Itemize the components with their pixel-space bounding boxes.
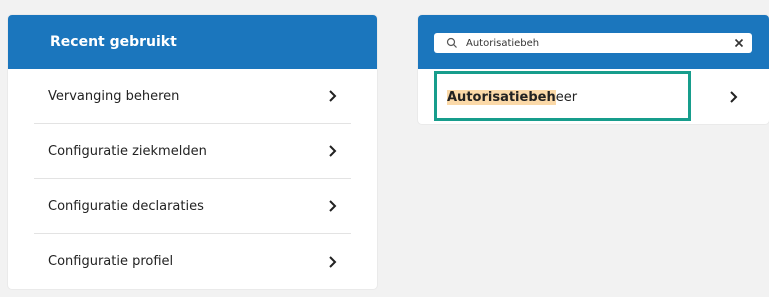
search-result-rest: eer [555,89,578,105]
close-icon[interactable] [732,36,746,50]
chevron-right-icon [323,141,343,161]
chevron-right-icon [323,252,343,272]
recent-panel: Recent gebruikt Vervanging beheren Confi… [8,15,377,289]
list-item-label: Configuratie ziekmelden [48,143,207,159]
recent-panel-header: Recent gebruikt [8,15,377,69]
recent-item-configuratie-profiel[interactable]: Configuratie profiel [34,234,351,289]
search-match-highlight: Autorisatiebeh [447,89,556,105]
search-input[interactable] [466,37,732,49]
search-icon [446,37,458,49]
list-item-label: Vervanging beheren [48,88,180,104]
search-result-autorisatiebeheer[interactable]: Autorisatiebeheer [434,72,752,122]
chevron-right-icon [724,87,744,107]
search-panel: Autorisatiebeheer [418,15,769,124]
search-box[interactable] [434,33,752,53]
recent-item-vervanging-beheren[interactable]: Vervanging beheren [34,69,351,124]
chevron-right-icon [323,196,343,216]
list-item-label: Configuratie declaraties [48,198,204,214]
recent-list: Vervanging beheren Configuratie ziekmeld… [8,69,377,289]
recent-item-configuratie-ziekmelden[interactable]: Configuratie ziekmelden [34,124,351,179]
recent-item-configuratie-declaraties[interactable]: Configuratie declaraties [34,179,351,234]
recent-panel-title: Recent gebruikt [50,34,177,50]
chevron-right-icon [323,86,343,106]
search-result-label: Autorisatiebeheer [434,89,578,105]
list-item-label: Configuratie profiel [48,254,174,269]
